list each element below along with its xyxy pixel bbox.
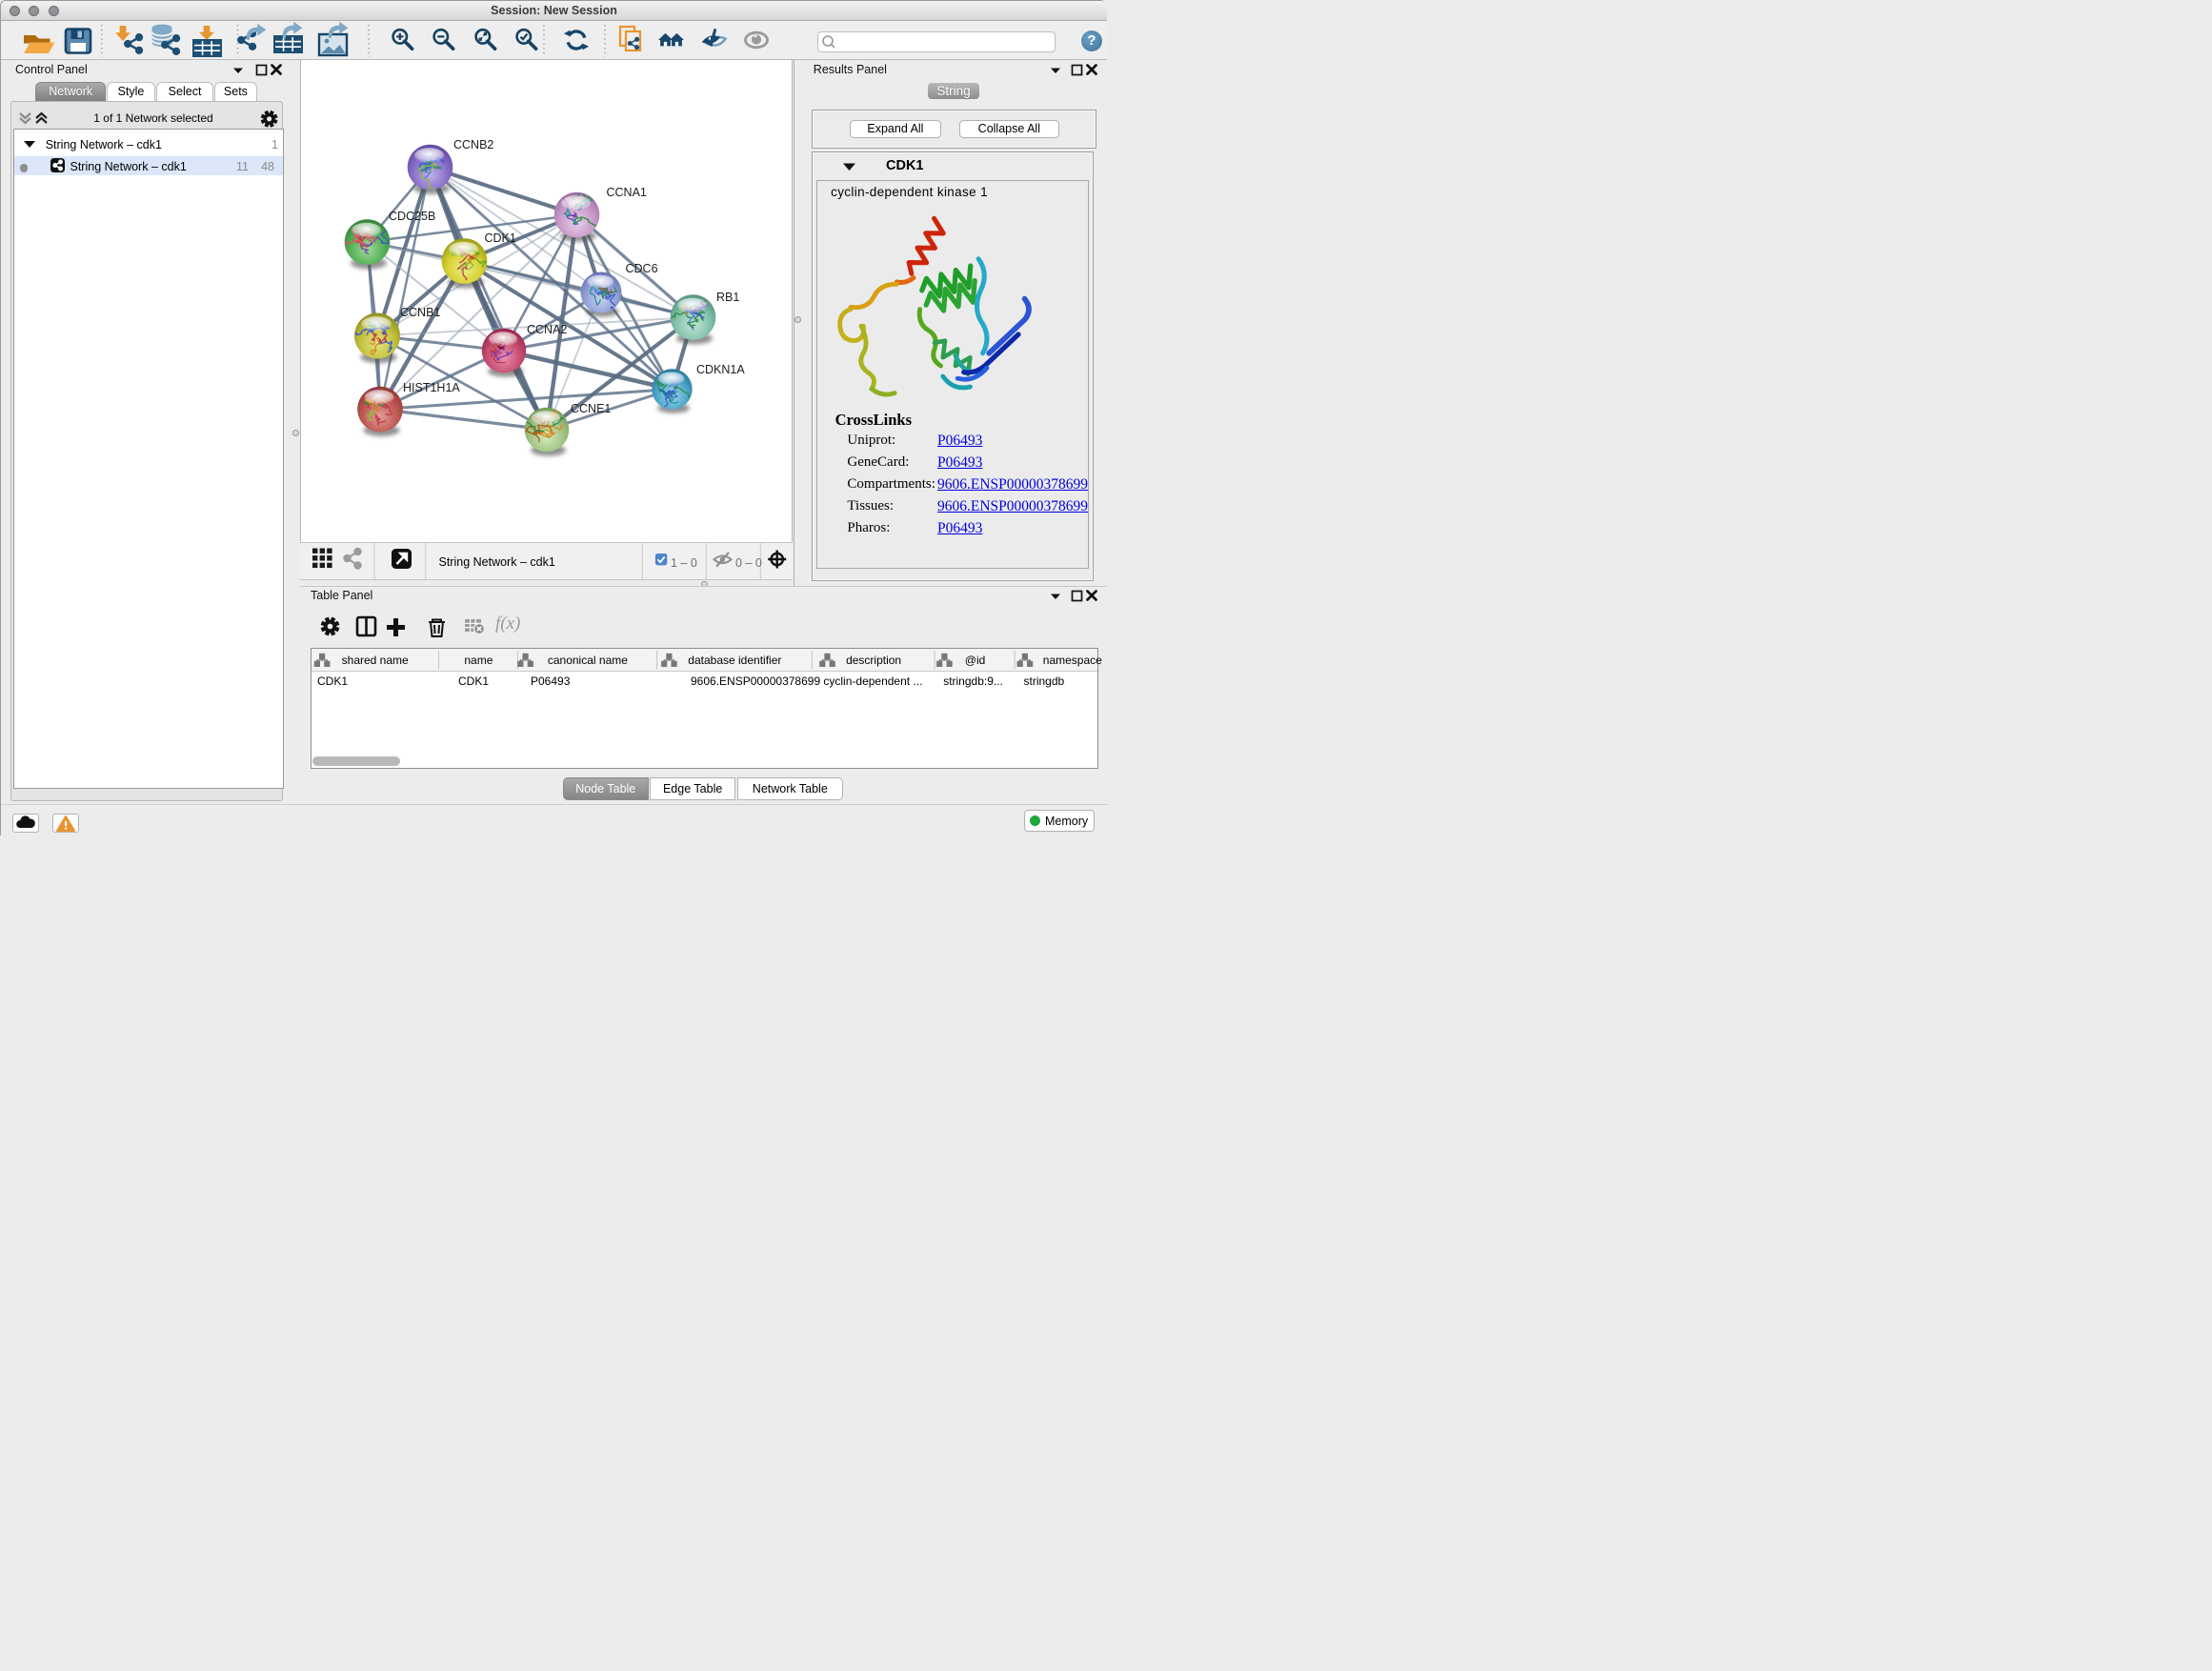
svg-text:CCNE1: CCNE1 bbox=[571, 402, 611, 415]
svg-text:CDC25B: CDC25B bbox=[389, 210, 435, 223]
svg-text:CCNB1: CCNB1 bbox=[400, 306, 440, 319]
svg-text:CCNB2: CCNB2 bbox=[453, 138, 493, 151]
svg-text:CCNA1: CCNA1 bbox=[607, 186, 647, 199]
svg-text:CDKN1A: CDKN1A bbox=[696, 363, 745, 376]
svg-text:CDK1: CDK1 bbox=[485, 232, 516, 245]
svg-text:CCNA2: CCNA2 bbox=[527, 323, 567, 336]
svg-text:HIST1H1A: HIST1H1A bbox=[403, 381, 460, 394]
svg-text:CDC6: CDC6 bbox=[626, 262, 658, 275]
svg-text:RB1: RB1 bbox=[716, 291, 739, 304]
